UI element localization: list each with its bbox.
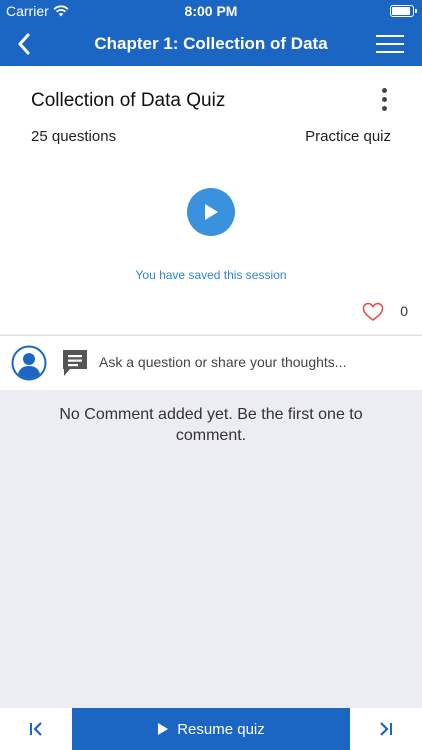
question-count: 25 questions: [31, 128, 117, 145]
chevron-left-icon: [18, 33, 30, 55]
comment-composer: [0, 335, 422, 390]
last-item-button[interactable]: [350, 708, 422, 750]
quiz-type: Practice quiz: [305, 128, 391, 145]
saved-session-note: You have saved this session: [135, 268, 287, 282]
status-bar: Carrier 8:00 PM: [0, 0, 422, 22]
nav-bar: Chapter 1: Collection of Data: [0, 22, 422, 66]
battery-icon: [390, 5, 417, 17]
empty-comments-note: No Comment added yet. Be the first one t…: [59, 406, 363, 444]
speech-bubble-icon: [63, 350, 87, 376]
more-vertical-icon: [381, 88, 387, 93]
heart-icon: [362, 302, 384, 321]
skip-to-first-icon: [30, 722, 42, 736]
comment-icon: [61, 348, 89, 378]
play-button[interactable]: [187, 188, 235, 236]
page-title: Chapter 1: Collection of Data: [94, 34, 328, 53]
like-count: 0: [400, 303, 408, 319]
first-item-button[interactable]: [0, 708, 72, 750]
avatar: [11, 345, 47, 381]
resume-quiz-label: Resume quiz: [177, 720, 265, 738]
skip-to-last-icon: [380, 722, 392, 736]
resume-quiz-button[interactable]: Resume quiz: [72, 708, 350, 750]
menu-button[interactable]: [376, 32, 404, 56]
play-icon: [205, 204, 218, 220]
hamburger-icon: [376, 35, 404, 53]
quiz-title: Collection of Data Quiz: [31, 90, 226, 111]
comment-input[interactable]: [99, 354, 399, 370]
play-icon: [158, 723, 169, 735]
like-button[interactable]: [362, 302, 384, 322]
user-avatar-icon: [11, 345, 47, 381]
quiz-card: Collection of Data Quiz 25 questions Pra…: [0, 66, 422, 334]
status-time: 8:00 PM: [184, 3, 238, 19]
more-options-button[interactable]: [380, 88, 388, 114]
bottom-bar: Resume quiz: [0, 708, 422, 750]
back-button[interactable]: [8, 28, 40, 60]
